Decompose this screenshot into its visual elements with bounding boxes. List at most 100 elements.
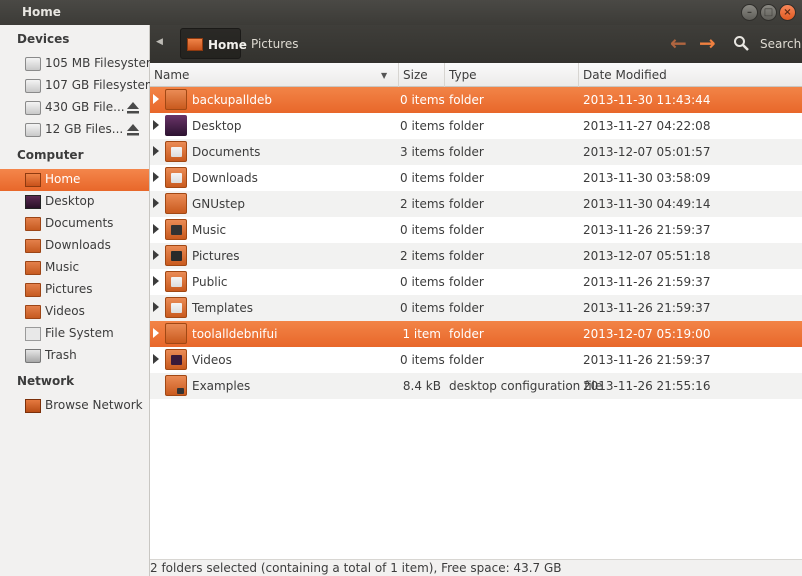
row-size: 0 items <box>400 119 445 133</box>
downloads-folder-icon <box>25 239 41 253</box>
drive-icon <box>25 123 41 137</box>
minimize-button[interactable]: – <box>741 4 758 21</box>
expander-icon[interactable] <box>153 328 159 338</box>
expander-icon[interactable] <box>153 302 159 312</box>
column-header-row: Name ▼ Size Type Date Modified <box>150 63 802 87</box>
filesystem-icon <box>25 327 41 341</box>
desktop-icon <box>25 195 41 209</box>
expander-icon[interactable] <box>153 120 159 130</box>
table-row[interactable]: Public 0 items folder 2013-11-26 21:59:3… <box>150 269 802 295</box>
table-row[interactable]: Videos 0 items folder 2013-11-26 21:59:3… <box>150 347 802 373</box>
row-size: 1 item <box>402 327 441 341</box>
table-row[interactable]: Music 0 items folder 2013-11-26 21:59:37 <box>150 217 802 243</box>
sidebar-item-label: 12 GB Files... <box>45 122 124 136</box>
sidebar-item-music[interactable]: Music <box>0 257 149 279</box>
row-name: Music <box>192 223 227 237</box>
breadcrumb-pictures-button[interactable]: Pictures <box>251 37 299 51</box>
expander-icon[interactable] <box>153 172 159 182</box>
breadcrumb-home-button[interactable]: Home <box>180 28 247 59</box>
expander-icon[interactable] <box>153 224 159 234</box>
row-name: Examples <box>192 379 251 393</box>
sidebar-item-430gb[interactable]: 430 GB File... <box>0 97 149 119</box>
column-header-size[interactable]: Size <box>399 63 445 87</box>
videos-folder-icon <box>165 349 187 370</box>
column-header-date-modified[interactable]: Date Modified <box>579 63 802 87</box>
sidebar-item-downloads[interactable]: Downloads <box>0 235 149 257</box>
sidebar-heading-devices: Devices <box>17 32 70 46</box>
column-header-type[interactable]: Type <box>445 63 579 87</box>
sidebar-item-home[interactable]: Home <box>0 169 149 191</box>
places-sidebar: Devices 105 MB Filesystem 107 GB Filesys… <box>0 25 158 576</box>
window-controls: – □ × <box>741 4 796 21</box>
column-header-label: Name <box>154 68 190 82</box>
sidebar-item-label: 105 MB Filesystem <box>45 56 158 70</box>
sidebar-item-pictures[interactable]: Pictures <box>0 279 149 301</box>
sidebar-item-12gb[interactable]: 12 GB Files... <box>0 119 149 141</box>
search-button[interactable]: Search <box>760 37 801 51</box>
table-row[interactable]: Documents 3 items folder 2013-12-07 05:0… <box>150 139 802 165</box>
sidebar-item-desktop[interactable]: Desktop <box>0 191 149 213</box>
sidebar-item-browse-network[interactable]: Browse Network <box>0 395 149 417</box>
row-type: folder <box>449 197 484 211</box>
table-row[interactable]: GNUstep 2 items folder 2013-11-30 04:49:… <box>150 191 802 217</box>
forward-arrow-icon[interactable]: → <box>699 33 716 53</box>
row-size: 2 items <box>400 249 445 263</box>
sidebar-item-videos[interactable]: Videos <box>0 301 149 323</box>
row-type: folder <box>449 145 484 159</box>
table-row[interactable]: Templates 0 items folder 2013-11-26 21:5… <box>150 295 802 321</box>
expander-icon[interactable] <box>153 198 159 208</box>
sort-descending-icon: ▼ <box>381 71 388 80</box>
close-button[interactable]: × <box>779 4 796 21</box>
table-row[interactable]: backupalldeb 0 items folder 2013-11-30 1… <box>150 87 802 113</box>
sidebar-item-label: Music <box>45 260 80 274</box>
eject-icon[interactable] <box>126 101 140 115</box>
row-date: 2013-12-07 05:01:57 <box>583 145 711 159</box>
row-size: 3 items <box>400 145 445 159</box>
sidebar-item-label: Browse Network <box>45 398 143 412</box>
expander-icon[interactable] <box>153 276 159 286</box>
sidebar-item-label: Videos <box>45 304 85 318</box>
drive-icon <box>25 79 41 93</box>
row-date: 2013-11-30 11:43:44 <box>583 93 711 107</box>
public-folder-icon <box>165 271 187 292</box>
breadcrumb-scroll-left-icon[interactable]: ◀ <box>156 37 163 47</box>
drive-icon <box>25 57 41 71</box>
table-row[interactable]: Examples 8.4 kB desktop configuration fi… <box>150 373 802 399</box>
row-type: folder <box>449 249 484 263</box>
eject-icon[interactable] <box>126 123 140 137</box>
row-date: 2013-11-30 04:49:14 <box>583 197 711 211</box>
row-date: 2013-12-07 05:51:18 <box>583 249 711 263</box>
drive-icon <box>25 101 41 115</box>
table-row[interactable]: Downloads 0 items folder 2013-11-30 03:5… <box>150 165 802 191</box>
row-date: 2013-11-26 21:55:16 <box>583 379 711 393</box>
status-bar: 2 folders selected (containing a total o… <box>150 559 802 576</box>
row-name: Documents <box>192 145 261 159</box>
row-name: Desktop <box>192 119 242 133</box>
table-row[interactable]: toolalldebnifui 1 item folder 2013-12-07… <box>150 321 802 347</box>
column-header-name[interactable]: Name ▼ <box>150 63 399 87</box>
row-name: Templates <box>192 301 254 315</box>
row-type: folder <box>449 223 484 237</box>
expander-icon[interactable] <box>153 146 159 156</box>
toolbar: ◀ Home Pictures ← → Search <box>150 25 802 63</box>
sidebar-heading-computer: Computer <box>17 148 84 162</box>
sidebar-item-105mb[interactable]: 105 MB Filesystem <box>0 53 158 75</box>
expander-icon[interactable] <box>153 354 159 364</box>
search-icon[interactable] <box>733 35 749 51</box>
expander-icon[interactable] <box>153 250 159 260</box>
sidebar-item-filesystem[interactable]: File System <box>0 323 149 345</box>
row-size: 0 items <box>400 171 445 185</box>
table-row[interactable]: Desktop 0 items folder 2013-11-27 04:22:… <box>150 113 802 139</box>
sidebar-item-label: Home <box>45 172 81 186</box>
sidebar-item-trash[interactable]: Trash <box>0 345 149 367</box>
sidebar-item-label: Downloads <box>45 238 111 252</box>
row-type: folder <box>449 119 484 133</box>
sidebar-item-107gb[interactable]: 107 GB Filesystem <box>0 75 157 97</box>
table-row[interactable]: Pictures 2 items folder 2013-12-07 05:51… <box>150 243 802 269</box>
sidebar-item-label: File System <box>45 326 114 340</box>
back-arrow-icon[interactable]: ← <box>670 33 687 53</box>
expander-icon[interactable] <box>153 94 159 104</box>
row-size: 0 items <box>400 93 445 107</box>
maximize-button[interactable]: □ <box>760 4 777 21</box>
sidebar-item-documents[interactable]: Documents <box>0 213 149 235</box>
